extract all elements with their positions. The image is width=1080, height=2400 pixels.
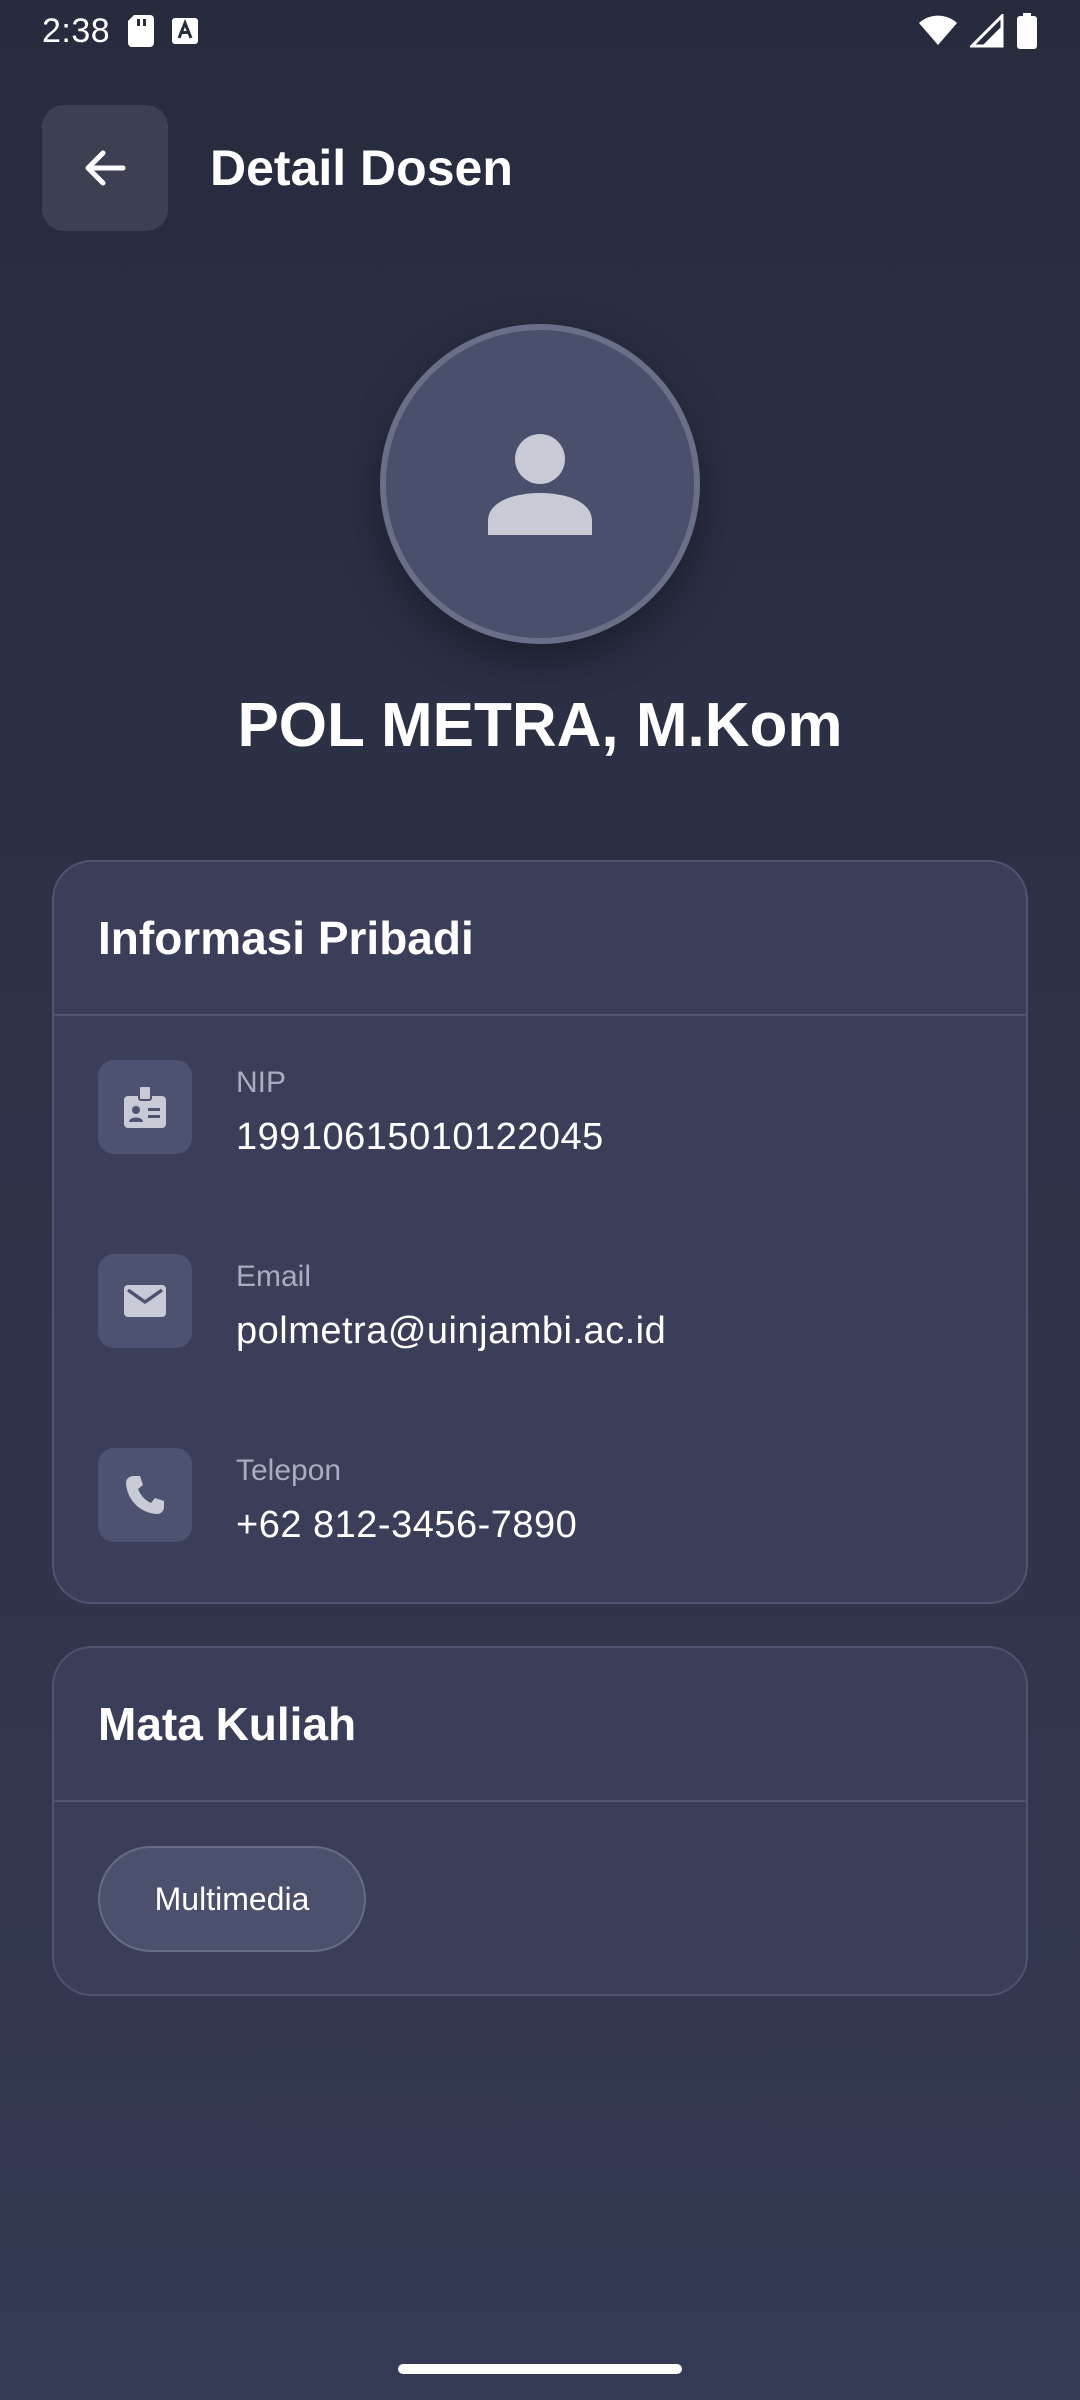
email-row: Email polmetra@uinjambi.ac.id	[98, 1254, 666, 1374]
back-button[interactable]	[42, 105, 168, 231]
phone-row: Telepon +62 812-3456-7890	[98, 1448, 577, 1568]
nip-row: NIP 19910615010122045	[98, 1060, 604, 1180]
page-title: Detail Dosen	[210, 140, 513, 196]
courses-title: Mata Kuliah	[98, 1698, 357, 1750]
nip-texts: NIP 19910615010122045	[236, 1066, 604, 1159]
a-notification-icon	[172, 18, 199, 44]
app-bar: Detail Dosen	[0, 105, 1080, 231]
id-badge-icon	[124, 1085, 166, 1128]
battery-icon	[1017, 13, 1037, 49]
email-icon-box	[98, 1254, 192, 1348]
status-time: 2:38	[42, 11, 111, 50]
courses-header: Mata Kuliah	[54, 1648, 1026, 1802]
home-indicator[interactable]	[398, 2364, 682, 2374]
signal-icon	[970, 14, 1004, 48]
nip-label: NIP	[236, 1066, 287, 1099]
personal-info-title: Informasi Pribadi	[98, 912, 474, 964]
email-value: polmetra@uinjambi.ac.id	[236, 1310, 667, 1352]
phone-icon	[126, 1476, 164, 1514]
nip-icon-box	[98, 1060, 192, 1154]
personal-info-card: Informasi Pribadi NIP 19910615010122045	[52, 860, 1028, 1604]
wifi-icon	[919, 15, 957, 45]
arrow-left-icon	[85, 150, 126, 186]
courses-card: Mata Kuliah Multimedia	[52, 1646, 1028, 1996]
status-bar: 2:38	[0, 0, 1080, 62]
email-label: Email	[236, 1260, 312, 1293]
status-right	[918, 13, 1038, 49]
person-icon	[488, 434, 592, 535]
personal-info-header: Informasi Pribadi	[54, 862, 1026, 1016]
mail-icon	[124, 1285, 166, 1317]
phone-label: Telepon	[236, 1454, 342, 1487]
phone-texts: Telepon +62 812-3456-7890	[236, 1454, 577, 1547]
email-texts: Email polmetra@uinjambi.ac.id	[236, 1260, 666, 1353]
sd-card-icon	[128, 15, 155, 47]
avatar	[380, 324, 700, 644]
lecturer-name: POL METRA, M.Kom	[237, 691, 843, 760]
nip-value: 19910615010122045	[236, 1116, 604, 1158]
phone-icon-box	[98, 1448, 192, 1542]
status-left: 2:38	[42, 11, 199, 51]
course-chip-multimedia[interactable]: Multimedia	[98, 1846, 366, 1952]
phone-value: +62 812-3456-7890	[236, 1504, 578, 1546]
